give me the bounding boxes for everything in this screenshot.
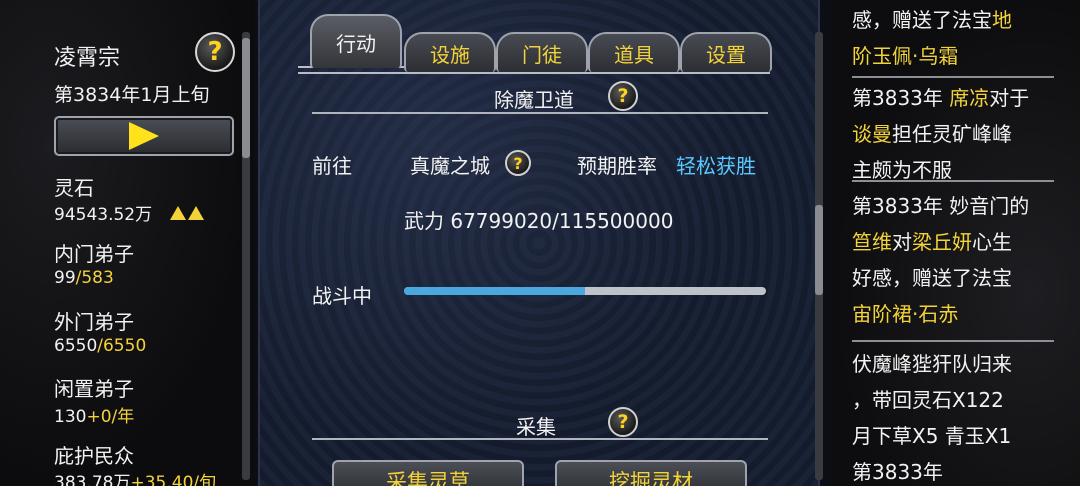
log-line: 阶玉佩·乌霜 — [852, 40, 958, 69]
mission-help-button[interactable]: ? — [608, 81, 638, 111]
stat-label-inner-disciples: 内门弟子 — [54, 242, 134, 266]
log-text: 好感，赠送了法宝 — [852, 266, 1012, 290]
log-line: 月下草X5 青玉X1 — [852, 420, 1011, 449]
log-text: 月下草X5 青玉X1 — [852, 424, 1012, 448]
log-divider — [852, 76, 1054, 78]
log-divider — [852, 180, 1054, 182]
destination-help-button[interactable]: ? — [505, 150, 531, 176]
log-line: 谈曼担任灵矿峰峰 — [852, 118, 1012, 147]
tab-settings[interactable]: 设置 — [680, 32, 772, 72]
sidebar-help-button[interactable]: ? — [195, 32, 235, 72]
battle-progress-bar — [404, 287, 766, 295]
log-line: 伏魔峰狴犴队归来 — [852, 348, 1012, 377]
question-icon: ? — [505, 150, 531, 176]
double-up-arrows-icon — [169, 205, 206, 225]
outer-disciples-max: /6550 — [97, 336, 147, 356]
question-icon: ? — [608, 407, 638, 437]
tab-facilities[interactable]: 设施 — [404, 32, 496, 72]
stat-value-idle-disciples: 130+0/年 — [54, 402, 134, 427]
gather-divider — [312, 438, 768, 440]
log-line: 感，赠送了法宝地 — [852, 4, 1012, 33]
battle-status-label: 战斗中 — [312, 284, 372, 308]
stat-label-idle-disciples: 闲置弟子 — [54, 377, 134, 401]
destination-select[interactable]: 真魔之城 — [410, 150, 490, 179]
question-icon: ? — [608, 81, 638, 111]
inner-disciples-count: 99 — [54, 268, 76, 288]
stat-value-spirit-stone: 94543.52万 — [54, 200, 206, 225]
main-scrollbar-thumb[interactable] — [815, 205, 823, 295]
tab-action[interactable]: 行动 — [310, 14, 402, 68]
log-line: 第3833年 妙音门的 — [852, 190, 1029, 219]
log-text: 担任灵矿峰峰 — [892, 122, 1012, 146]
log-text: 第3833年 — [852, 86, 950, 110]
game-date: 第3834年1月上旬 — [54, 84, 210, 106]
mission-title: 除魔卫道 — [494, 88, 574, 112]
win-rate-value: 轻松获胜 — [676, 154, 756, 178]
log-divider — [852, 340, 1054, 342]
log-line: 第3833年 席凉对于 — [852, 82, 1029, 111]
idle-disciples-rate: +0/年 — [86, 407, 135, 427]
log-line: 主颇为不服 — [852, 154, 952, 183]
protected-citizens-count: 383.78万 — [54, 473, 131, 486]
log-line: 第3833年 — [852, 456, 943, 485]
gather-herbs-button[interactable]: 采集灵草 — [332, 460, 524, 486]
inner-disciples-max: /583 — [75, 268, 114, 288]
stat-label-outer-disciples: 外门弟子 — [54, 310, 134, 334]
log-highlight: 地 — [992, 8, 1012, 32]
stat-value-protected-citizens: 383.78万+35.40/旬 — [54, 468, 216, 486]
log-line: 笪维对梁丘妍心生 — [852, 226, 1012, 255]
tab-disciples[interactable]: 门徒 — [496, 32, 588, 72]
tab-items[interactable]: 道具 — [588, 32, 680, 72]
play-icon — [129, 122, 159, 150]
sect-name: 凌霄宗 — [54, 46, 121, 71]
mine-materials-button[interactable]: 挖掘灵材 — [555, 460, 747, 486]
log-highlight: 席凉 — [949, 86, 990, 110]
log-highlight: 梁丘妍 — [912, 230, 972, 254]
log-text: 心生 — [972, 230, 1012, 254]
log-text: ，带回灵石X122 — [852, 388, 1004, 412]
spirit-stone-value: 94543.52万 — [54, 205, 153, 225]
win-rate-label: 预期胜率 — [577, 154, 657, 178]
log-text: 对 — [892, 230, 912, 254]
log-text: 感，赠送了法宝 — [852, 8, 992, 32]
gather-help-button[interactable]: ? — [608, 407, 638, 437]
question-icon: ? — [195, 32, 235, 72]
log-text: 第3833年 — [852, 460, 943, 484]
log-highlight: 笪维 — [852, 230, 892, 254]
next-turn-button[interactable] — [54, 116, 234, 156]
power-readout: 武力 67799020/115500000 — [404, 209, 674, 233]
log-highlight: 谈曼 — [852, 122, 892, 146]
protected-citizens-rate: +35.40/旬 — [130, 473, 217, 486]
stat-label-spirit-stone: 灵石 — [54, 176, 94, 200]
log-line: 好感，赠送了法宝 — [852, 262, 1012, 291]
log-line: 宙阶裙·石赤 — [852, 298, 958, 327]
log-text: 主颇为不服 — [852, 158, 952, 182]
log-text: 伏魔峰狴犴队归来 — [852, 352, 1012, 376]
battle-progress-fill — [404, 287, 585, 295]
log-text: 对于 — [989, 86, 1030, 110]
log-highlight: 阶玉佩·乌霜 — [852, 44, 959, 68]
log-highlight: 宙阶裙·石赤 — [852, 302, 959, 326]
stat-value-inner-disciples: 99/583 — [54, 268, 114, 288]
outer-disciples-count: 6550 — [54, 336, 98, 356]
log-line: ，带回灵石X122 — [852, 384, 1004, 413]
stat-label-protected-citizens: 庇护民众 — [54, 444, 134, 468]
goto-label: 前往 — [312, 154, 352, 178]
gather-title: 采集 — [516, 415, 556, 439]
log-text: 第3833年 妙音门的 — [852, 194, 1030, 218]
idle-disciples-count: 130 — [54, 407, 87, 427]
sidebar-scrollbar-thumb[interactable] — [242, 38, 250, 158]
mission-divider — [312, 112, 768, 114]
stat-value-outer-disciples: 6550/6550 — [54, 336, 146, 356]
